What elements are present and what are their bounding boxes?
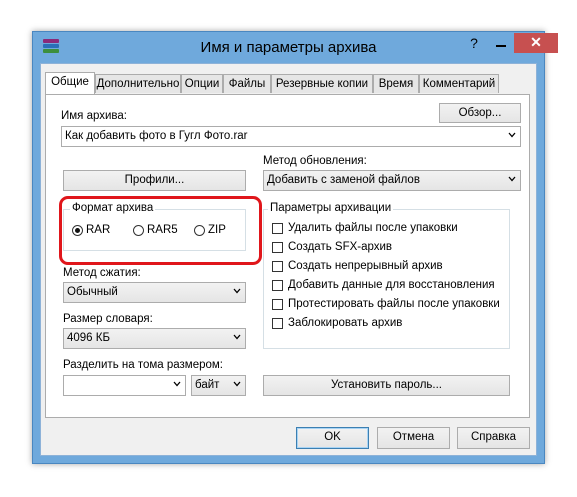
help-button[interactable]: Справка: [457, 427, 530, 449]
split-volumes-combobox[interactable]: [63, 375, 186, 396]
chevron-down-icon: [233, 381, 241, 387]
create-sfx-checkbox[interactable]: Создать SFX-архив: [272, 240, 508, 257]
minimize-icon[interactable]: [488, 33, 514, 53]
tab-backup[interactable]: Резервные копии: [271, 74, 373, 93]
tab-time[interactable]: Время: [373, 74, 419, 93]
test-files-checkbox[interactable]: Протестировать файлы после упаковки: [272, 297, 508, 314]
recovery-record-checkbox[interactable]: Добавить данные для восстановления: [272, 278, 508, 295]
archive-name-value: Как добавить фото в Гугл Фото.rar: [65, 130, 248, 142]
chevron-down-icon: [233, 334, 241, 340]
archive-format-highlight: [59, 196, 262, 265]
checkbox-label: Заблокировать архив: [288, 317, 403, 329]
archive-name-label: Имя архива:: [61, 110, 128, 122]
solid-archive-checkbox[interactable]: Создать непрерывный архив: [272, 259, 508, 276]
split-unit-value: байт: [195, 379, 220, 391]
chevron-down-icon: [233, 288, 241, 294]
tab-comment[interactable]: Комментарий: [419, 74, 499, 93]
dictionary-size-select[interactable]: 4096 КБ: [63, 328, 246, 349]
archive-options-group: Параметры архивации Удалить файлы после …: [263, 202, 510, 349]
update-method-label: Метод обновления:: [263, 155, 367, 167]
checkbox-label: Протестировать файлы после упаковки: [288, 298, 500, 310]
close-button[interactable]: ✕: [514, 33, 558, 53]
compression-method-select[interactable]: Обычный: [63, 282, 246, 303]
tab-advanced[interactable]: Дополнительно: [95, 74, 181, 93]
checkbox-label: Создать SFX-архив: [288, 241, 393, 253]
browse-button[interactable]: Обзор...: [439, 103, 521, 123]
update-method-select[interactable]: Добавить с заменой файлов: [263, 170, 521, 191]
chevron-down-icon: [508, 176, 516, 182]
checkbox-label: Удалить файлы после упаковки: [288, 222, 458, 234]
split-unit-select[interactable]: байт: [191, 375, 246, 396]
dictionary-size-label: Размер словаря:: [63, 313, 153, 325]
checkbox-icon: [272, 223, 283, 234]
title-bar[interactable]: Имя и параметры архива ? ✕: [33, 32, 558, 62]
split-volumes-label: Разделить на тома размером:: [63, 359, 223, 371]
profiles-button[interactable]: Профили...: [63, 170, 246, 191]
tab-options[interactable]: Опции: [181, 74, 223, 93]
checkbox-label: Добавить данные для восстановления: [288, 279, 495, 291]
cancel-button[interactable]: Отмена: [377, 427, 450, 449]
archive-options-label: Параметры архивации: [268, 202, 394, 214]
help-titlebar-button[interactable]: ?: [461, 33, 487, 53]
compression-method-label: Метод сжатия:: [63, 267, 141, 279]
update-method-value: Добавить с заменой файлов: [267, 174, 420, 186]
checkbox-icon: [272, 318, 283, 329]
delete-files-checkbox[interactable]: Удалить файлы после упаковки: [272, 221, 508, 238]
chevron-down-icon: [173, 381, 181, 387]
set-password-button[interactable]: Установить пароль...: [263, 375, 510, 396]
archive-name-combobox[interactable]: Как добавить фото в Гугл Фото.rar: [61, 126, 521, 147]
tab-general[interactable]: Общие: [45, 72, 95, 94]
checkbox-icon: [272, 299, 283, 310]
checkbox-icon: [272, 280, 283, 291]
dictionary-size-value: 4096 КБ: [67, 332, 111, 344]
checkbox-label: Создать непрерывный архив: [288, 260, 443, 272]
checkbox-icon: [272, 242, 283, 253]
chevron-down-icon: [508, 132, 516, 138]
lock-archive-checkbox[interactable]: Заблокировать архив: [272, 316, 508, 333]
tab-files[interactable]: Файлы: [223, 74, 271, 93]
compression-method-value: Обычный: [67, 286, 118, 298]
checkbox-icon: [272, 261, 283, 272]
ok-button[interactable]: OK: [296, 427, 369, 449]
